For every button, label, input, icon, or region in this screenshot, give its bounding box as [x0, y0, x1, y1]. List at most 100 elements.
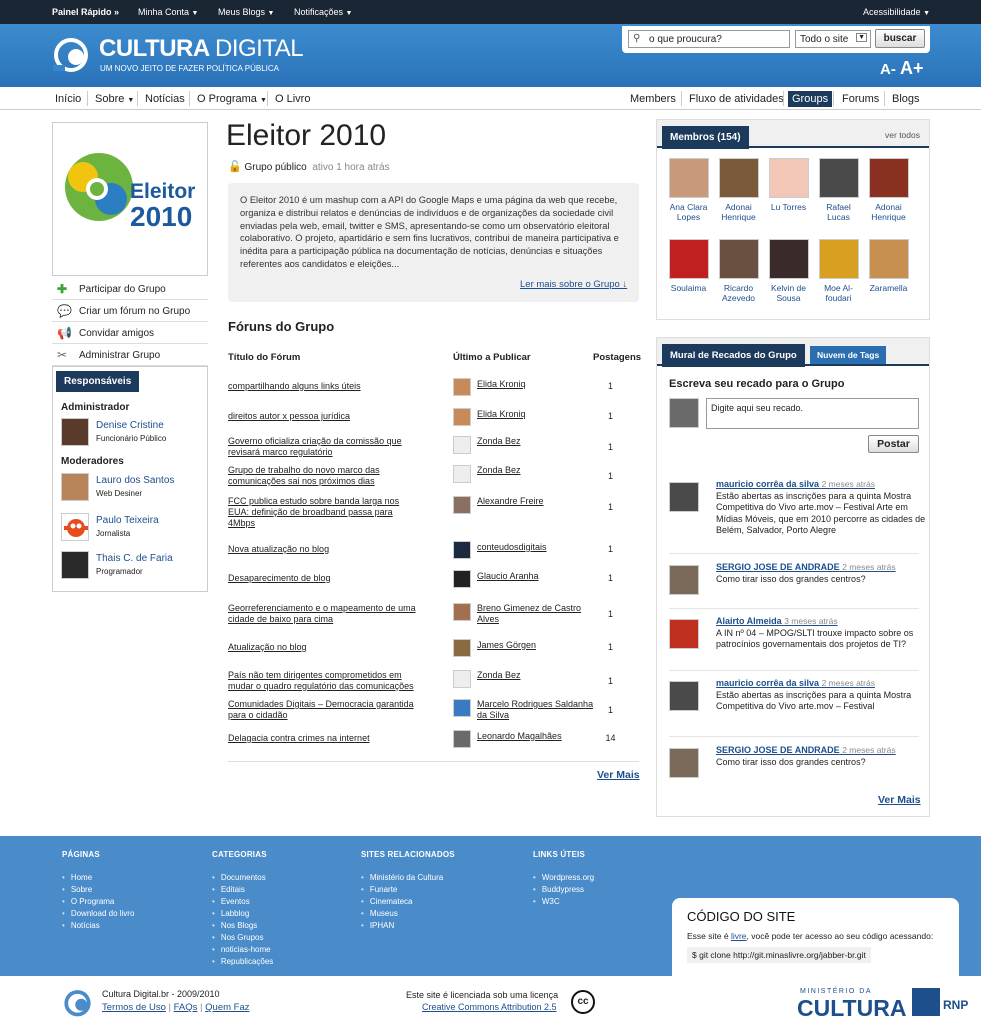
member-item[interactable]: Adonai Henrique [716, 158, 761, 222]
footer-link[interactable]: O Programa [62, 896, 134, 908]
footer-link[interactable]: Labblog [212, 908, 273, 920]
footer-link[interactable]: Editais [212, 884, 273, 896]
last-poster-link[interactable]: Marcelo Rodrigues Saldanha da Silva [477, 699, 602, 721]
see-all-members-link[interactable]: ver todos [885, 130, 920, 140]
member-item[interactable]: Adonai Henrique [866, 158, 911, 222]
forum-title-link[interactable]: Atualização no blog [228, 642, 418, 653]
footer-link[interactable]: Download do livro [62, 908, 135, 920]
last-poster-link[interactable]: Zonda Bez [477, 436, 602, 447]
footer-link[interactable]: IPHAN [361, 920, 455, 932]
admin-person[interactable]: Denise Cristine Funcionário Público [61, 418, 206, 448]
last-poster-link[interactable]: Alexandre Freire [477, 496, 602, 507]
ministry-logo[interactable]: CULTURA [797, 995, 906, 1022]
free-link[interactable]: livre [731, 931, 747, 941]
forums-more-link[interactable]: Ver Mais [597, 769, 640, 781]
license-link[interactable]: Creative Commons Attribution 2.5 [422, 1002, 557, 1012]
last-poster-link[interactable]: Elida Kroniq [477, 379, 602, 390]
moderator-person[interactable]: Paulo Teixeira Jornalista [61, 513, 206, 543]
last-poster-link[interactable]: Leonardo Magalhães [477, 731, 602, 742]
footer-link[interactable]: Museus [361, 908, 455, 920]
last-poster-link[interactable]: Elida Kroniq [477, 409, 602, 420]
my-blogs-menu[interactable]: Meus Blogs ▼ [218, 7, 274, 17]
my-account-menu[interactable]: Minha Conta ▼ [138, 7, 198, 17]
footer-link[interactable]: Ministério da Cultura [361, 872, 455, 884]
members-tab[interactable]: Membros (154) [662, 126, 749, 149]
forum-title-link[interactable]: Desaparecimento de blog [228, 573, 418, 584]
nav-item-o-livro[interactable]: O Livro [275, 93, 310, 105]
rnp-logo-icon[interactable] [912, 988, 940, 1016]
tag-cloud-tab[interactable]: Nuvem de Tags [810, 346, 887, 364]
faqs-link[interactable]: FAQs [174, 1002, 198, 1013]
post-author-link[interactable]: Alairto Almeida 3 meses atrás [716, 616, 838, 626]
last-poster-link[interactable]: conteudosdigitais [477, 542, 602, 553]
creative-commons-icon[interactable]: cc [571, 990, 595, 1014]
git-clone-command[interactable]: $ git clone http://git.minaslivre.org/ja… [687, 947, 871, 963]
forum-title-link[interactable]: Governo oficializa criação da comissão q… [228, 436, 418, 458]
forum-title-link[interactable]: Nova atualização no blog [228, 544, 418, 555]
brand-name[interactable]: CULTURA DIGITAL [99, 35, 304, 63]
member-item[interactable]: Zaramella [866, 239, 911, 293]
footer-link[interactable]: Republicações [212, 956, 273, 968]
member-item[interactable]: Ricardo Azevedo [716, 239, 761, 303]
nav-item-noticias[interactable]: Notícias [145, 93, 185, 105]
member-item[interactable]: Soulaima [666, 239, 711, 293]
footer-link[interactable]: Eventos [212, 896, 273, 908]
footer-link[interactable]: Nos Blogs [212, 920, 273, 932]
nav-item-blogs[interactable]: Blogs [892, 93, 920, 105]
footer-link[interactable]: Funarte [361, 884, 455, 896]
footer-link[interactable]: W3C [533, 896, 594, 908]
join-group-action[interactable]: ✚ Participar do Grupo [52, 278, 208, 300]
post-author-link[interactable]: mauricio corrêa da silva 2 meses atrás [716, 678, 875, 688]
wall-more-link[interactable]: Ver Mais [878, 794, 921, 806]
responsible-tab[interactable]: Responsáveis [56, 371, 140, 392]
search-scope-select[interactable]: Todo o site ▼ [795, 30, 871, 48]
forum-title-link[interactable]: País não tem dirigentes comprometidos em… [228, 670, 418, 692]
footer-link[interactable]: Buddypress [533, 884, 594, 896]
quick-panel-link[interactable]: Painel Rápido » [52, 7, 119, 17]
read-more-link[interactable]: Ler mais sobre o Grupo ↓ [520, 279, 627, 290]
forum-title-link[interactable]: Georreferenciamento e o mapeamento de um… [228, 603, 418, 625]
moderator-person[interactable]: Lauro dos Santos Web Desiner [61, 473, 206, 503]
moderator-person[interactable]: Thais C. de Faria Programador [61, 551, 206, 581]
footer-link[interactable]: Notícias [62, 920, 134, 932]
admin-group-action[interactable]: ✂ Administrar Grupo [52, 344, 208, 366]
footer-link[interactable]: Documentos [212, 872, 273, 884]
forum-title-link[interactable]: compartilhando alguns links úteis [228, 381, 418, 392]
create-forum-action[interactable]: 💬 Criar um fórum no Grupo [52, 300, 208, 322]
forum-title-link[interactable]: Grupo de trabalho do novo marco das comu… [228, 465, 418, 487]
post-author-link[interactable]: SERGIO JOSE DE ANDRADE 2 meses atrás [716, 562, 896, 572]
terms-link[interactable]: Termos de Uso [102, 1002, 166, 1013]
last-poster-link[interactable]: Zonda Bez [477, 670, 602, 681]
member-item[interactable]: Rafael Lucas [816, 158, 861, 222]
member-item[interactable]: Kelvin de Sousa [766, 239, 811, 303]
forum-title-link[interactable]: FCC publica estudo sobre banda larga nos… [228, 496, 418, 529]
nav-item-activity[interactable]: Fluxo de atividades [689, 93, 784, 105]
forum-title-link[interactable]: Delagacia contra crimes na internet [228, 733, 418, 744]
member-item[interactable]: Lu Torres [766, 158, 811, 212]
who-link[interactable]: Quem Faz [205, 1002, 249, 1013]
nav-item-inicio[interactable]: Início [55, 93, 81, 105]
last-poster-link[interactable]: Glaucio Aranha [477, 571, 602, 582]
footer-link[interactable]: noticias-home [212, 944, 273, 956]
accessibility-menu[interactable]: Acessibilidade ▼ [863, 7, 930, 17]
post-button[interactable]: Postar [868, 435, 919, 453]
last-poster-link[interactable]: James Görgen [477, 640, 602, 651]
wall-message-input[interactable]: Digite aqui seu recado. [706, 398, 919, 429]
cultura-digital-logo-icon[interactable] [53, 38, 93, 74]
invite-friends-action[interactable]: 📢 Convidar amigos [52, 322, 208, 344]
wall-tab[interactable]: Mural de Recados do Grupo [662, 344, 805, 367]
footer-link[interactable]: Nos Grupos [212, 932, 273, 944]
last-poster-link[interactable]: Breno Gimenez de Castro Alves [477, 603, 602, 625]
notifications-menu[interactable]: Notificações ▼ [294, 7, 352, 17]
forum-title-link[interactable]: direitos autor x pessoa jurídica [228, 411, 418, 422]
member-item[interactable]: Moe Al-foudari [816, 239, 861, 303]
search-input[interactable]: ⚲ o que proucura? [628, 30, 790, 48]
nav-item-members[interactable]: Members [630, 93, 676, 105]
forum-title-link[interactable]: Comunidades Digitais – Democracia garant… [228, 699, 418, 721]
member-item[interactable]: Ana Clara Lopes [666, 158, 711, 222]
footer-link[interactable]: Cinemateca [361, 896, 455, 908]
post-author-link[interactable]: mauricio corrêa da silva 2 meses atrás [716, 479, 875, 489]
last-poster-link[interactable]: Zonda Bez [477, 465, 602, 476]
footer-link[interactable]: Home [62, 872, 134, 884]
footer-link[interactable]: Wordpress.org [533, 872, 594, 884]
